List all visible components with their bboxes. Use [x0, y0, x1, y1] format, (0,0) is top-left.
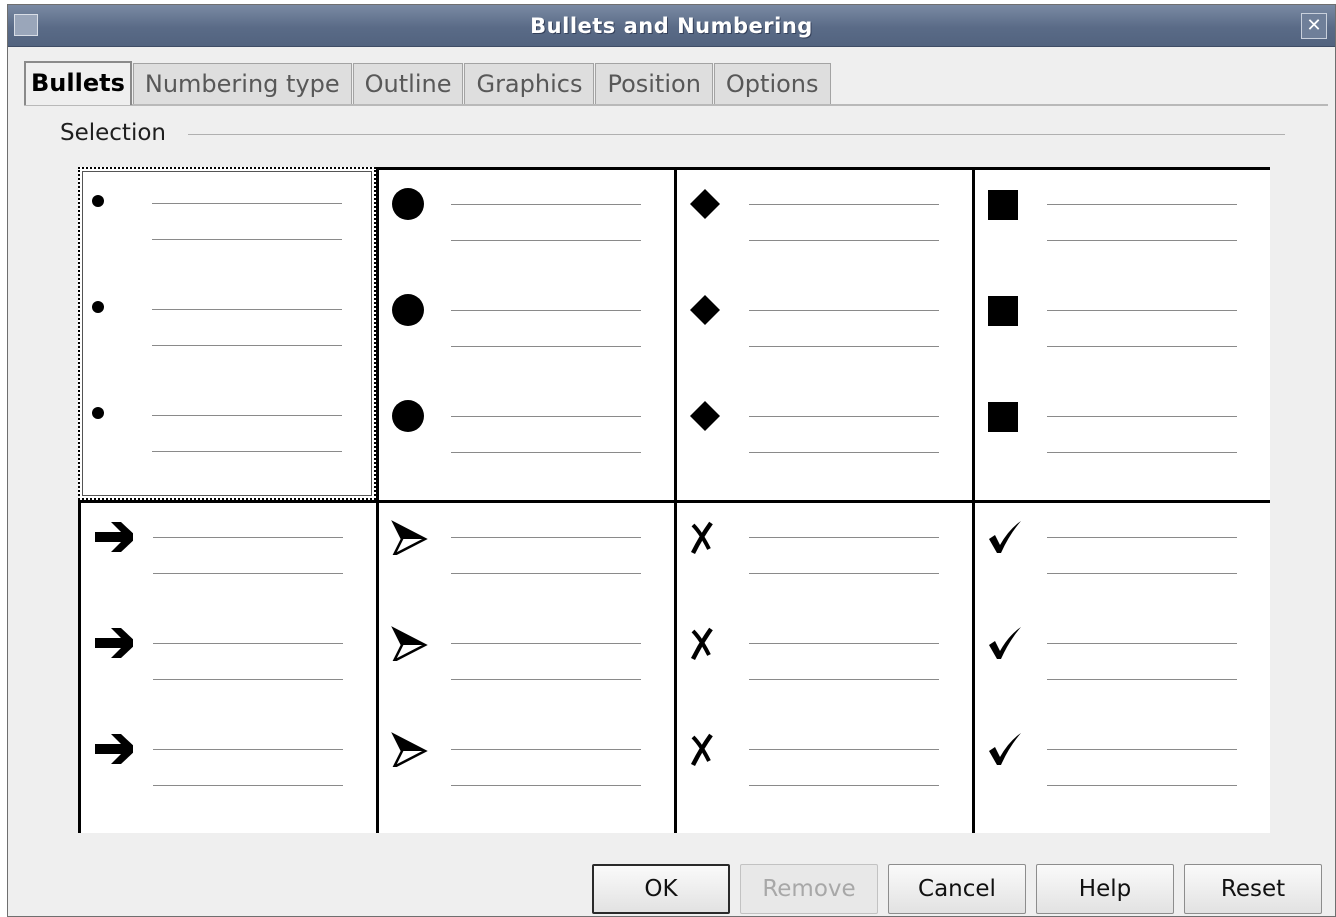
preview-row [975, 715, 1270, 821]
bullet-style-arrow[interactable] [78, 500, 376, 833]
bullet-style-large-dot[interactable] [376, 167, 674, 500]
preview-row [677, 382, 972, 488]
check-icon [987, 515, 1027, 555]
preview-row [677, 715, 972, 821]
preview-row [80, 381, 374, 487]
bullet-style-square[interactable] [972, 167, 1270, 500]
title-bar[interactable]: Bullets and Numbering ✕ [8, 5, 1335, 47]
large-dot-icon [391, 288, 431, 328]
diamond-icon [689, 288, 729, 328]
check-icon [987, 727, 1027, 767]
reset-button[interactable]: Reset [1184, 864, 1322, 914]
tab-outline[interactable]: Outline [352, 63, 464, 105]
preview-row [81, 503, 376, 609]
dot-icon [92, 287, 132, 327]
cross-icon [689, 727, 729, 767]
ok-button[interactable]: OK [592, 864, 730, 914]
arrowhead-icon [391, 515, 431, 555]
selection-group-line [188, 134, 1285, 135]
window-title: Bullets and Numbering [530, 14, 813, 38]
preview-row [379, 503, 674, 609]
dot-icon [92, 393, 132, 433]
tab-graphics[interactable]: Graphics [464, 63, 595, 105]
bullet-style-check[interactable] [972, 500, 1270, 833]
arrow-icon [93, 621, 133, 661]
preview-row [379, 609, 674, 715]
preview-row [379, 715, 674, 821]
arrowhead-icon [391, 621, 431, 661]
cross-icon [689, 621, 729, 661]
preview-row [379, 170, 674, 276]
bullet-style-arrowhead[interactable] [376, 500, 674, 833]
preview-row [677, 503, 972, 609]
tab-numbering-type[interactable]: Numbering type [132, 63, 352, 105]
preview-row [975, 170, 1270, 276]
help-button[interactable]: Help [1036, 864, 1174, 914]
dot-icon [92, 181, 132, 221]
tab-position[interactable]: Position [595, 63, 713, 105]
preview-row [975, 503, 1270, 609]
tab-options[interactable]: Options [713, 63, 831, 105]
preview-row [379, 382, 674, 488]
close-button[interactable]: ✕ [1301, 13, 1327, 39]
large-dot-icon [391, 394, 431, 434]
cross-icon [689, 515, 729, 555]
diamond-icon [689, 182, 729, 222]
preview-row [81, 609, 376, 715]
bullet-style-small-dot[interactable] [78, 167, 376, 500]
bullets-and-numbering-dialog: Bullets and Numbering ✕ Bullets Numberin… [7, 4, 1336, 917]
preview-row [975, 276, 1270, 382]
bullet-style-grid [78, 167, 1270, 833]
tab-bullets[interactable]: Bullets [24, 61, 132, 105]
preview-row [80, 169, 374, 275]
preview-row [81, 715, 376, 821]
preview-row [975, 609, 1270, 715]
large-dot-icon [391, 182, 431, 222]
square-icon [987, 182, 1027, 222]
tab-panel-border [24, 104, 1328, 106]
preview-row [379, 276, 674, 382]
arrowhead-icon [391, 727, 431, 767]
preview-row [80, 275, 374, 381]
remove-button[interactable]: Remove [740, 864, 878, 914]
preview-row [975, 382, 1270, 488]
diamond-icon [689, 394, 729, 434]
arrow-icon [93, 515, 133, 555]
selection-group-label: Selection [60, 120, 174, 146]
arrow-icon [93, 727, 133, 767]
square-icon [987, 394, 1027, 434]
preview-row [677, 170, 972, 276]
check-icon [987, 621, 1027, 661]
preview-row [677, 276, 972, 382]
square-icon [987, 288, 1027, 328]
bullet-style-diamond[interactable] [674, 167, 972, 500]
bullet-style-cross[interactable] [674, 500, 972, 833]
cancel-button[interactable]: Cancel [888, 864, 1026, 914]
tab-bar: Bullets Numbering type Outline Graphics … [24, 61, 832, 105]
preview-row [677, 609, 972, 715]
